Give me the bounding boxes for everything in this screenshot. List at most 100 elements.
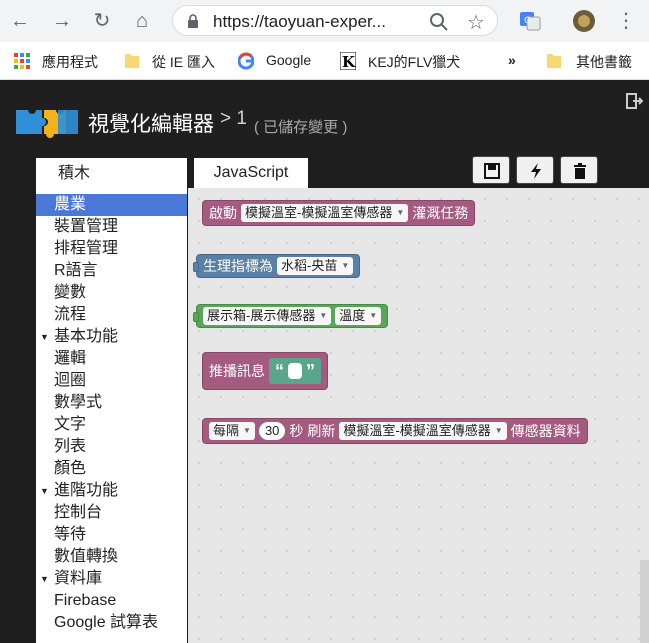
workspace-scrollbar[interactable]	[640, 560, 649, 643]
dropdown-arrow-icon: ▼	[319, 311, 328, 320]
interval-number[interactable]: 30	[258, 422, 286, 440]
delete-button[interactable]	[560, 156, 598, 184]
block-physiology[interactable]: 生理指標為 水稻-央苗 ▼	[193, 254, 361, 278]
bookmarks-overflow[interactable]: »	[508, 52, 516, 68]
toolbox-item-label: 變數	[54, 284, 87, 301]
toolbox-item-label: 控制台	[54, 504, 103, 521]
toolbox-item-text[interactable]: 文字	[36, 414, 187, 436]
toolbox-item-google-sheets[interactable]: Google 試算表	[36, 612, 187, 634]
save-button[interactable]	[472, 156, 510, 184]
toolbox-item-variables[interactable]: 變數	[36, 282, 187, 304]
toolbox-item-schedule[interactable]: 排程管理	[36, 238, 187, 260]
toolbox-item-flow[interactable]: 流程	[36, 304, 187, 326]
dropdown-arrow-icon: ▼	[243, 426, 251, 435]
bookmark-google[interactable]: Google	[266, 52, 311, 68]
apps-icon[interactable]	[14, 52, 30, 70]
block-label: 生理指標為	[203, 258, 273, 274]
block-label: 刷新	[307, 423, 336, 439]
quote-close: ”	[306, 361, 315, 381]
toolbox-category-basic[interactable]: ▼ 基本功能	[36, 326, 187, 348]
toolbox-item-lists[interactable]: 列表	[36, 436, 187, 458]
bookmark-kej[interactable]: KEJ的FLV獵犬	[368, 52, 460, 72]
back-icon[interactable]: ←	[8, 9, 32, 33]
toolbox-item-label: 資料庫	[54, 570, 103, 587]
toolbox-item-wait[interactable]: 等待	[36, 524, 187, 546]
block-label: 灌溉任務	[412, 205, 469, 221]
block-dropdown[interactable]: 模擬溫室-模擬溫室傳感器 ▼	[339, 422, 507, 440]
toolbox: 積木 農業 裝置管理 排程管理 R語言 變數 流程 ▼ 基本功能 邏輯 迴圈 數學…	[36, 158, 187, 643]
block-label: 秒	[289, 423, 304, 439]
toolbox-item-label: 數學式	[54, 394, 103, 411]
toolbox-category-database[interactable]: ▼ 資料庫	[36, 568, 187, 590]
caret-down-icon: ▼	[40, 486, 49, 496]
block-dropdown[interactable]: 水稻-央苗 ▼	[277, 257, 354, 275]
flash-icon	[531, 163, 541, 179]
dropdown-value: 展示箱-展示傳感器	[207, 308, 316, 323]
zoom-icon[interactable]	[429, 12, 449, 32]
toolbox-category-advanced[interactable]: ▼ 進階功能	[36, 480, 187, 502]
toolbox-item-label: 排程管理	[54, 240, 119, 257]
block-dropdown[interactable]: 模擬溫室-模擬溫室傳感器 ▼	[241, 204, 409, 222]
toolbox-item-label: 流程	[54, 306, 87, 323]
breadcrumb: > 1	[220, 108, 247, 129]
reload-icon[interactable]: ↻	[90, 9, 114, 33]
quote-open: “	[275, 361, 284, 381]
text-input[interactable]	[288, 363, 302, 379]
bookmark-apps[interactable]: 應用程式	[42, 52, 98, 72]
dropdown-value: 模擬溫室-模擬溫室傳感器	[343, 423, 491, 438]
toolbox-item-label: 文字	[54, 416, 87, 433]
toolbox-item-label: 顏色	[54, 460, 87, 477]
toolbox-item-r-language[interactable]: R語言	[36, 260, 187, 282]
toolbox-item-math[interactable]: 數學式	[36, 392, 187, 414]
toolbox-item-label: 列表	[54, 438, 87, 455]
block-push-message[interactable]: 推播訊息 “ ”	[202, 352, 328, 390]
toolbox-item-label: 裝置管理	[54, 218, 119, 235]
dropdown-value: 模擬溫室-模擬溫室傳感器	[245, 205, 393, 220]
block-connector	[193, 262, 199, 272]
dropdown-arrow-icon: ▼	[369, 311, 378, 320]
toolbox-item-convert[interactable]: 數值轉換	[36, 546, 187, 568]
toolbox-item-label: 進階功能	[54, 482, 119, 499]
block-dropdown[interactable]: 溫度 ▼	[335, 307, 382, 325]
app-title: 視覺化編輯器	[88, 113, 214, 136]
block-label: 傳感器資料	[510, 423, 581, 439]
save-icon	[484, 163, 500, 179]
forward-icon[interactable]: →	[50, 9, 74, 33]
block-refresh-interval[interactable]: 每隔 ▼ 30 秒 刷新 模擬溫室-模擬溫室傳感器 ▼ 傳感器資料	[202, 418, 588, 444]
block-dropdown[interactable]: 每隔 ▼	[209, 422, 255, 440]
logout-icon[interactable]	[625, 92, 643, 110]
toolbox-item-agriculture[interactable]: 農業	[36, 194, 187, 216]
toolbox-item-firebase[interactable]: Firebase	[36, 590, 187, 612]
translate-extension-icon[interactable]: G	[518, 9, 542, 33]
dropdown-value: 溫度	[339, 308, 366, 323]
bookmarks-bar: 應用程式 從 IE 匯入 Google K KEJ的FLV獵犬 » 其他書籤	[0, 42, 649, 80]
dropdown-arrow-icon: ▼	[341, 261, 350, 270]
toolbox-item-logic[interactable]: 邏輯	[36, 348, 187, 370]
toolbox-item-console[interactable]: 控制台	[36, 502, 187, 524]
block-dropdown[interactable]: 展示箱-展示傳感器 ▼	[203, 307, 332, 325]
bookmark-star-icon[interactable]: ☆	[467, 10, 485, 35]
toolbox-item-label: 等待	[54, 526, 87, 543]
address-bar[interactable]: https://taoyuan-exper... ☆	[172, 5, 498, 36]
toolbox-item-label: R語言	[54, 262, 98, 279]
run-button[interactable]	[516, 156, 554, 184]
menu-icon[interactable]: ⋮	[614, 9, 638, 33]
trash-icon	[574, 163, 586, 179]
toolbox-item-label: Google 試算表	[54, 614, 159, 631]
text-block[interactable]: “ ”	[269, 358, 321, 384]
home-icon[interactable]: ⌂	[130, 9, 154, 33]
toolbox-item-devices[interactable]: 裝置管理	[36, 216, 187, 238]
block-start-task[interactable]: 啟動 模擬溫室-模擬溫室傳感器 ▼ 灌溉任務	[202, 200, 476, 226]
toolbox-item-colour[interactable]: 顏色	[36, 458, 187, 480]
app-header: 視覺化編輯器 > 1 ( 已儲存變更 )	[0, 80, 649, 158]
bookmark-other[interactable]: 其他書籤	[576, 52, 632, 72]
svg-text:G: G	[524, 16, 531, 26]
kej-icon: K	[340, 52, 356, 70]
tab-javascript[interactable]: JavaScript	[194, 158, 308, 188]
bookmark-ie-import[interactable]: 從 IE 匯入	[152, 52, 215, 72]
dropdown-arrow-icon: ▼	[494, 426, 503, 435]
block-showcase-sensor[interactable]: 展示箱-展示傳感器 ▼ 溫度 ▼	[193, 304, 389, 328]
avatar[interactable]	[572, 9, 596, 33]
toolbox-item-label: 基本功能	[54, 328, 119, 345]
toolbox-item-loops[interactable]: 迴圈	[36, 370, 187, 392]
